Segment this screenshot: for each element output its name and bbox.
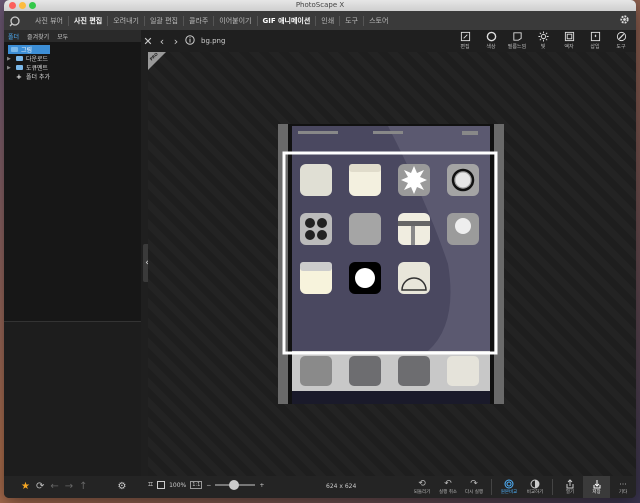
panel-settings-gear-icon[interactable]: ⚙ (118, 481, 127, 492)
revert-button[interactable]: ⟲ 되돌리기 (409, 476, 435, 498)
tab-all[interactable]: 모두 (53, 32, 72, 41)
compare-original-button[interactable]: 원본비교 (496, 476, 522, 498)
tool-light[interactable]: 빛 (530, 31, 556, 50)
more-icon: ··· (619, 479, 627, 489)
tool-edit[interactable]: 편집 (452, 31, 478, 50)
menu-photo-viewer[interactable]: 사진 뷰어 (30, 16, 68, 26)
folder-tabs: 폴더 즐겨찾기 모두 (4, 30, 141, 42)
menu-combine[interactable]: 이어붙이기 (213, 15, 256, 26)
tool-color[interactable]: 색상 (478, 31, 504, 50)
menu-collage[interactable]: 콜라주 (182, 15, 213, 26)
title-bar: PhotoScape X (4, 0, 636, 11)
back-arrow-icon[interactable]: ← (50, 481, 58, 492)
redo-icon: ↷ (470, 479, 478, 489)
expand-arrow-icon[interactable]: ▶ (7, 56, 13, 62)
tree-item-label: 도큐멘트 (26, 65, 49, 72)
tool-frame[interactable]: 액자 (556, 31, 582, 50)
zoom-slider-knob[interactable] (229, 480, 240, 490)
redo-button[interactable]: ↷ 다시 실행 (461, 476, 487, 498)
window-title: PhotoScape X (295, 1, 345, 9)
edit-tools: 편집 색상 필름느낌 빛 액자 삽입 도구 (452, 31, 634, 50)
menu-batch[interactable]: 일괄 편집 (143, 15, 183, 26)
window-controls (9, 2, 36, 9)
folder-tree: 그림 ▶ 다운로드 ▶ 도큐멘트 + 폴더 추가 (4, 42, 141, 322)
main-menu: 사진 뷰어 사진 편집 오려내기 일괄 편집 콜라주 이어붙이기 GIF 애니메… (4, 11, 636, 30)
fit-screen-icon[interactable] (157, 481, 166, 489)
revert-icon: ⟲ (418, 479, 426, 489)
editor-toolbar: ✕ ‹ › bg.png 편집 색상 필름느낌 빛 액자 삽입 도구 (141, 30, 636, 52)
folder-icon (16, 56, 23, 61)
tool-film[interactable]: 필름느낌 (504, 31, 530, 50)
download-icon (593, 480, 600, 489)
zoom-controls: ⌗ 100% 1:1 − + (148, 480, 264, 490)
insert-icon (590, 31, 600, 42)
image-canvas[interactable]: PRO (148, 51, 636, 476)
bottom-bar: ★ ⟳ ← → ↑ ⚙ ⌗ 100% 1:1 − + 624 x 624 ⟲ 되… (4, 476, 636, 498)
crop-icon[interactable]: ⌗ (148, 480, 153, 490)
tools-icon (616, 31, 626, 42)
tree-item-label: 폴더 추가 (26, 74, 50, 81)
menu-tools[interactable]: 도구 (339, 15, 363, 26)
tree-item-downloads[interactable]: ▶ 다운로드 (4, 54, 141, 64)
frame-icon (564, 31, 574, 42)
compare-button[interactable]: 비교하기 (522, 476, 548, 498)
color-icon (486, 31, 496, 42)
menu-photo-edit[interactable]: 사진 편집 (68, 15, 107, 26)
undo-icon: ↶ (444, 479, 452, 489)
bottom-left-tools: ★ ⟳ ← → ↑ ⚙ (21, 481, 127, 492)
menu-print[interactable]: 인쇄 (315, 15, 339, 26)
prev-image-icon[interactable]: ‹ (155, 35, 169, 48)
app-window: PhotoScape X 사진 뷰어 사진 편집 오려내기 일괄 편집 콜라주 … (4, 0, 636, 498)
zoom-level: 100% (169, 481, 187, 489)
sun-icon (537, 31, 549, 42)
info-icon[interactable] (183, 34, 197, 48)
next-image-icon[interactable]: › (169, 35, 183, 48)
tab-favorites[interactable]: 즐겨찾기 (23, 32, 53, 41)
thumbnail-panel (4, 322, 141, 476)
more-button[interactable]: ··· 기타 (610, 476, 636, 498)
maximize-window-button[interactable] (29, 2, 36, 9)
minimize-window-button[interactable] (19, 2, 26, 9)
actual-size-button[interactable]: 1:1 (190, 481, 203, 489)
close-icon[interactable]: ✕ (141, 35, 155, 48)
edit-icon (460, 31, 470, 42)
tree-item-label: 그림 (21, 47, 33, 54)
folder-panel: 폴더 즐겨찾기 모두 그림 ▶ 다운로드 ▶ 도큐멘트 + 폴더 추가 (4, 30, 141, 476)
menu-gif[interactable]: GIF 애니메이션 (256, 15, 316, 26)
tree-item-label: 다운로드 (26, 56, 49, 63)
compare-icon (530, 479, 540, 489)
expand-arrow-icon[interactable]: ▶ (7, 65, 13, 71)
settings-gear-icon[interactable] (619, 14, 630, 27)
zoom-out-icon[interactable]: − (206, 482, 211, 489)
undo-button[interactable]: ↶ 실행 취소 (435, 476, 461, 498)
favorite-star-icon[interactable]: ★ (21, 481, 30, 492)
forward-arrow-icon[interactable]: → (65, 481, 73, 492)
filename-label: bg.png (201, 37, 226, 45)
open-button[interactable]: 열기 (557, 476, 583, 498)
tool-tools[interactable]: 도구 (608, 31, 634, 50)
refresh-icon[interactable]: ⟳ (36, 481, 44, 492)
tab-folders[interactable]: 폴더 (4, 32, 23, 41)
folder-icon (11, 47, 18, 52)
tree-item-documents[interactable]: ▶ 도큐멘트 (4, 63, 141, 73)
zoom-slider[interactable] (215, 480, 256, 490)
share-icon (566, 479, 574, 489)
folder-icon (16, 65, 23, 70)
film-icon (512, 32, 522, 41)
image-dimensions: 624 x 624 (326, 483, 357, 490)
tool-insert[interactable]: 삽입 (582, 31, 608, 50)
edited-image (278, 124, 504, 404)
save-button[interactable]: 저장 (583, 476, 610, 498)
zoom-in-icon[interactable]: + (259, 482, 264, 489)
up-arrow-icon[interactable]: ↑ (79, 481, 87, 492)
menu-store[interactable]: 스토어 (363, 15, 393, 26)
app-logo-icon[interactable] (8, 14, 22, 28)
bottom-actions: ⟲ 되돌리기 ↶ 실행 취소 ↷ 다시 실행 원본비교 비교하기 열기 저장 ·… (409, 476, 636, 498)
menu-cut-out[interactable]: 오려내기 (107, 15, 144, 26)
tree-item-add-folder[interactable]: + 폴더 추가 (4, 72, 141, 82)
plus-icon: + (16, 72, 22, 81)
close-window-button[interactable] (9, 2, 16, 9)
compare-original-icon (504, 479, 514, 489)
tree-item-pictures[interactable]: 그림 (8, 45, 50, 54)
